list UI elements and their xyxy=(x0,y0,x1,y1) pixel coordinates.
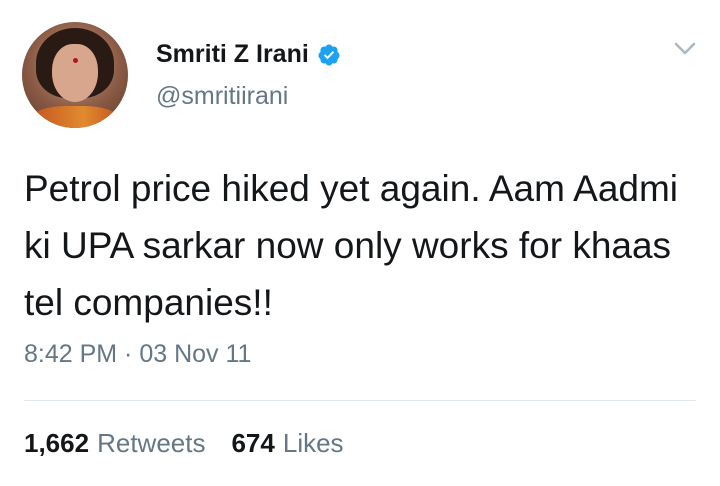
likes-label: Likes xyxy=(282,428,344,458)
tweet-stats: 1,662 Retweets 674 Likes xyxy=(24,428,344,459)
likes-count: 674 xyxy=(231,428,275,458)
author-handle[interactable]: @smritiirani xyxy=(156,82,288,111)
tweet-timestamp[interactable]: 8:42 PM · 03 Nov 11 xyxy=(24,340,251,369)
tweet-text: Petrol price hiked yet again. Aam Aadmi … xyxy=(24,168,679,323)
divider xyxy=(24,400,696,401)
chevron-down-icon[interactable] xyxy=(673,40,697,58)
likes-stat[interactable]: 674 Likes xyxy=(231,428,343,459)
avatar-face xyxy=(52,44,98,102)
avatar-bindi xyxy=(73,58,78,63)
author-name-row[interactable]: Smriti Z Irani xyxy=(156,40,341,69)
retweets-stat[interactable]: 1,662 Retweets xyxy=(24,428,205,459)
avatar-sari xyxy=(32,106,118,128)
verified-badge-icon xyxy=(318,44,340,65)
author-avatar[interactable] xyxy=(22,22,128,128)
retweets-count: 1,662 xyxy=(24,428,90,458)
retweets-label: Retweets xyxy=(97,428,206,458)
author-display-name[interactable]: Smriti Z Irani xyxy=(156,40,309,69)
